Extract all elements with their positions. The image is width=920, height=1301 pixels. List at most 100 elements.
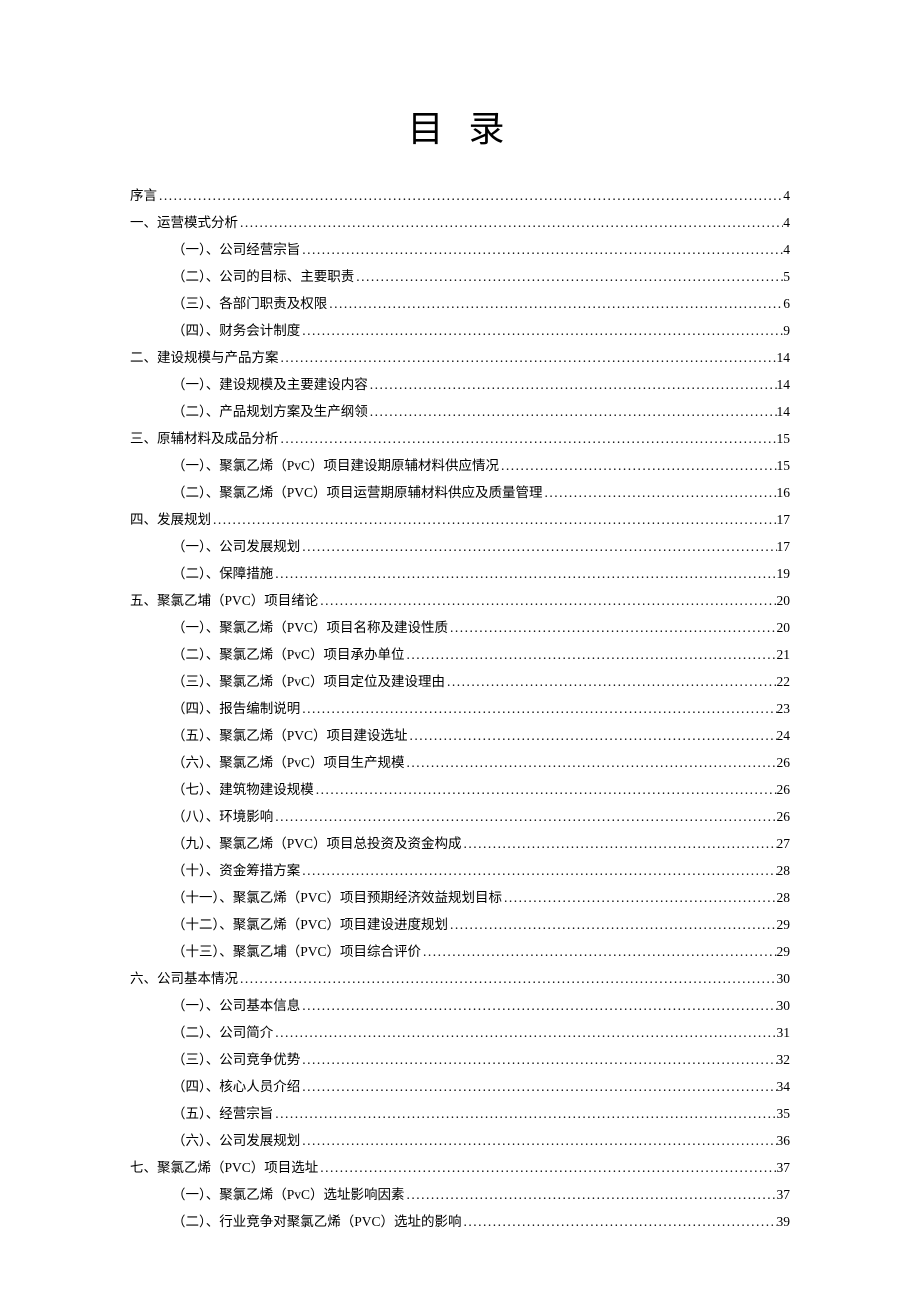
toc-leader-dots [448, 911, 776, 938]
toc-leader-dots [405, 641, 777, 668]
toc-entry: （七）、建筑物建设规模26 [172, 776, 790, 803]
toc-label: 三、原辅材料及成品分析 [130, 425, 279, 452]
toc-entry: （二）、保障措施 19 [172, 560, 790, 587]
toc-page-number: 24 [777, 722, 791, 749]
toc-page-number: 21 [777, 641, 791, 668]
toc-entry: （二）、公司简介 31 [172, 1019, 790, 1046]
toc-label: （一）、聚氯乙烯（PVC）项目名称及建设性质 [172, 614, 448, 641]
toc-label: （一）、公司发展规划 [172, 533, 300, 560]
toc-leader-dots [318, 587, 776, 614]
toc-label: （一）、建设规模及主要建设内容 [172, 371, 368, 398]
toc-page-number: 28 [777, 857, 791, 884]
toc-entry: （一）、公司基本信息 30 [172, 992, 790, 1019]
toc-label: 五、聚氯乙埔（PVC）项目绪论 [130, 587, 318, 614]
toc-label: （一）、公司经营宗旨 [172, 236, 300, 263]
toc-label: （一）、聚氯乙烯（PvC）选址影响因素 [172, 1181, 405, 1208]
toc-leader-dots [300, 317, 783, 344]
toc-page-number: 4 [783, 209, 790, 236]
toc-leader-dots [462, 830, 777, 857]
toc-page-number: 23 [777, 695, 791, 722]
toc-page-number: 17 [777, 533, 791, 560]
toc-label: （十一）、聚氯乙烯（PVC）项目预期经济效益规划目标 [172, 884, 502, 911]
toc-entry: （九）、聚氯乙烯（PVC）项目总投资及资金构成 27 [172, 830, 790, 857]
toc-page-number: 39 [777, 1208, 791, 1235]
toc-page-number: 6 [783, 290, 790, 317]
toc-page-number: 37 [777, 1154, 791, 1181]
toc-leader-dots [405, 1181, 777, 1208]
toc-label: （六）、聚氯乙烯（PvC）项目生产规模 [172, 749, 405, 776]
toc-leader-dots [318, 1154, 776, 1181]
toc-entry: （八）、环境影响26 [172, 803, 790, 830]
toc-entry: （一）、聚氯乙烯（PvC）项目建设期原辅材料供应情况15 [172, 452, 790, 479]
toc-page-number: 22 [777, 668, 791, 695]
toc-leader-dots [421, 938, 776, 965]
toc-page-number: 20 [777, 614, 791, 641]
toc-label: （五）、聚氯乙烯（PVC）项目建设选址 [172, 722, 408, 749]
toc-entry: （一）、建设规模及主要建设内容 14 [172, 371, 790, 398]
toc-page-number: 26 [777, 803, 791, 830]
toc-entry: （二）、聚氯乙烯（PVC）项目运营期原辅材料供应及质量管理 16 [172, 479, 790, 506]
toc-label: （二）、产品规划方案及生产纲领 [172, 398, 368, 425]
toc-label: （七）、建筑物建设规模 [172, 776, 314, 803]
toc-entry: （十二）、聚氯乙烯（PVC）项目建设进度规划29 [172, 911, 790, 938]
toc-label: （二）、行业竞争对聚氯乙烯（PVC）选址的影响 [172, 1208, 462, 1235]
toc-page-number: 30 [777, 992, 791, 1019]
toc-label: （一）、公司基本信息 [172, 992, 300, 1019]
toc-entry: （二）、行业竞争对聚氯乙烯（PVC）选址的影响 39 [172, 1208, 790, 1235]
toc-page-number: 31 [777, 1019, 791, 1046]
toc-entry: （一）、聚氯乙烯（PvC）选址影响因素37 [172, 1181, 790, 1208]
toc-entry: 七、聚氯乙烯（PVC）项目选址37 [130, 1154, 790, 1181]
toc-label: （三）、各部门职责及权限 [172, 290, 327, 317]
toc-page-number: 30 [777, 965, 791, 992]
toc-label: （九）、聚氯乙烯（PVC）项目总投资及资金构成 [172, 830, 462, 857]
toc-leader-dots [279, 425, 777, 452]
toc-entry: 五、聚氯乙埔（PVC）项目绪论 20 [130, 587, 790, 614]
toc-label: 六、公司基本情况 [130, 965, 238, 992]
toc-entry: （四）、财务会计制度9 [172, 317, 790, 344]
toc-page-number: 29 [777, 938, 791, 965]
toc-label: （三）、聚氯乙烯（PvC）项目定位及建设理由 [172, 668, 445, 695]
toc-label: （二）、保障措施 [172, 560, 273, 587]
toc-page-number: 20 [777, 587, 791, 614]
toc-page-number: 4 [783, 236, 790, 263]
toc-entry: 三、原辅材料及成品分析 15 [130, 425, 790, 452]
toc-leader-dots [238, 209, 783, 236]
toc-leader-dots [300, 695, 776, 722]
toc-entry: （二）、聚氯乙烯（PvC）项目承办单位 21 [172, 641, 790, 668]
toc-entry: （十三）、聚氯乙埔（PVC）项目综合评价 29 [172, 938, 790, 965]
toc-page-number: 27 [777, 830, 791, 857]
toc-page-number: 14 [777, 371, 791, 398]
toc-page-number: 32 [777, 1046, 791, 1073]
toc-page-number: 19 [777, 560, 791, 587]
toc-leader-dots [408, 722, 777, 749]
toc-leader-dots [300, 533, 776, 560]
page-title: 目 录 [130, 100, 790, 152]
toc-label: （五）、经营宗旨 [172, 1100, 273, 1127]
toc-label: （十三）、聚氯乙埔（PVC）项目综合评价 [172, 938, 421, 965]
toc-page-number: 35 [777, 1100, 791, 1127]
toc-page-number: 14 [777, 398, 791, 425]
toc-entry: （三）、聚氯乙烯（PvC）项目定位及建设理由 22 [172, 668, 790, 695]
toc-entry: （十）、资金筹措方案28 [172, 857, 790, 884]
toc-entry: 六、公司基本情况 30 [130, 965, 790, 992]
toc-leader-dots [314, 776, 777, 803]
toc-label: （三）、公司竞争优势 [172, 1046, 300, 1073]
toc-page-number: 4 [783, 182, 790, 209]
toc-leader-dots [273, 1019, 776, 1046]
toc-leader-dots [273, 560, 776, 587]
toc-leader-dots [300, 857, 776, 884]
toc-entry: （一）、聚氯乙烯（PVC）项目名称及建设性质 20 [172, 614, 790, 641]
toc-leader-dots [448, 614, 776, 641]
toc-page-number: 36 [777, 1127, 791, 1154]
toc-label: （二）、公司的目标、主要职责 [172, 263, 354, 290]
toc-page-number: 16 [777, 479, 791, 506]
toc-entry: （十一）、聚氯乙烯（PVC）项目预期经济效益规划目标28 [172, 884, 790, 911]
toc-label: （二）、聚氯乙烯（PvC）项目承办单位 [172, 641, 405, 668]
toc-label: （二）、聚氯乙烯（PVC）项目运营期原辅材料供应及质量管理 [172, 479, 543, 506]
toc-label: 二、建设规模与产品方案 [130, 344, 279, 371]
toc-leader-dots [238, 965, 777, 992]
toc-label: （一）、聚氯乙烯（PvC）项目建设期原辅材料供应情况 [172, 452, 499, 479]
toc-page-number: 15 [777, 425, 791, 452]
toc-page-number: 5 [783, 263, 790, 290]
toc-label: （二）、公司简介 [172, 1019, 273, 1046]
